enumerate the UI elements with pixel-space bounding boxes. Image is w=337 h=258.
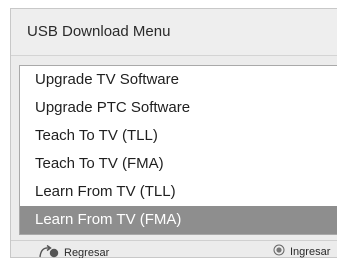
menu-title: USB Download Menu bbox=[27, 23, 171, 40]
back-label: Regresar bbox=[64, 246, 110, 258]
menu-item-teach-to-tv-fma[interactable]: Teach To TV (FMA) bbox=[20, 150, 337, 178]
return-arrow-icon bbox=[37, 244, 59, 258]
back-button[interactable]: Regresar bbox=[37, 244, 109, 258]
menu-footer: Regresar Ingresar bbox=[11, 240, 337, 258]
menu-item-teach-to-tv-tll[interactable]: Teach To TV (TLL) bbox=[20, 122, 337, 150]
tv-menu-screen: USB Download Menu Upgrade TV Software Up… bbox=[0, 0, 337, 258]
usb-download-menu: USB Download Menu Upgrade TV Software Up… bbox=[10, 8, 337, 258]
enter-label: Ingresar bbox=[290, 245, 331, 258]
menu-item-learn-from-tv-tll[interactable]: Learn From TV (TLL) bbox=[20, 178, 337, 206]
menu-list: Upgrade TV Software Upgrade PTC Software… bbox=[19, 65, 337, 235]
menu-item-upgrade-ptc-software[interactable]: Upgrade PTC Software bbox=[20, 94, 337, 122]
menu-header: USB Download Menu bbox=[11, 9, 337, 56]
ok-button-icon bbox=[273, 244, 285, 258]
enter-button[interactable]: Ingresar bbox=[273, 244, 330, 258]
menu-item-learn-from-tv-fma[interactable]: Learn From TV (FMA) bbox=[20, 206, 337, 234]
menu-item-upgrade-tv-software[interactable]: Upgrade TV Software bbox=[20, 66, 337, 94]
